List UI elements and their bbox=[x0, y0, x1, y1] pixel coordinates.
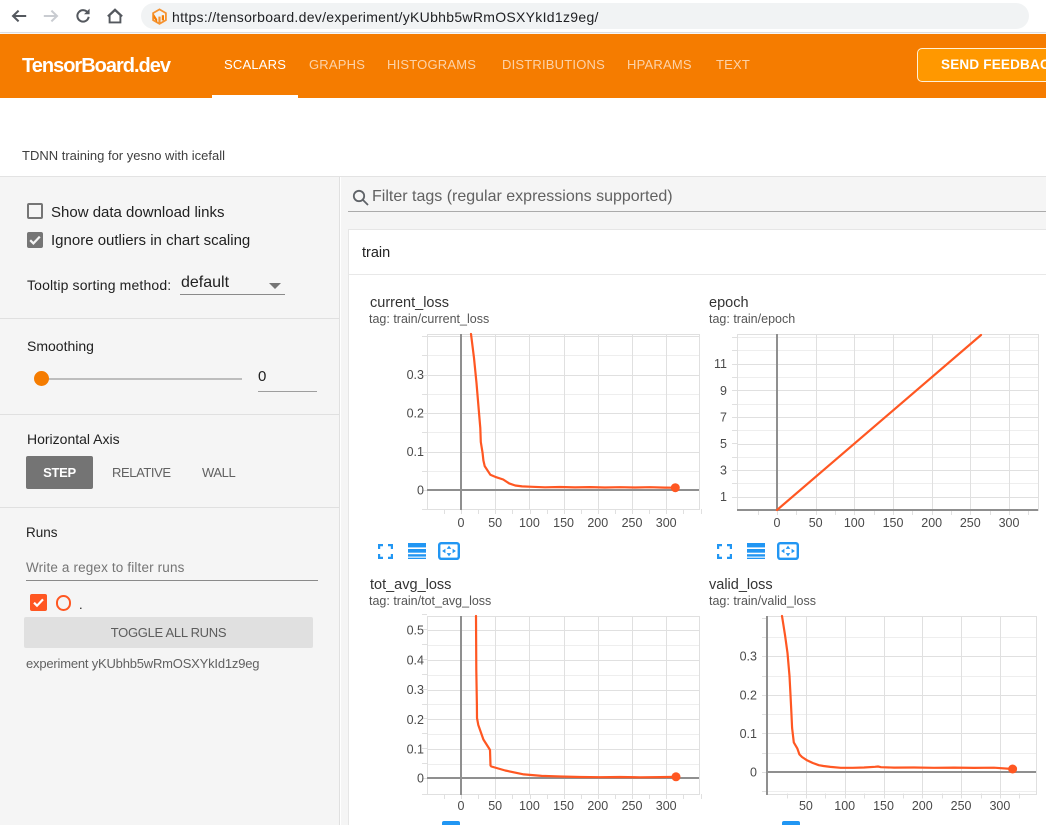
svg-text:0.1: 0.1 bbox=[407, 743, 424, 757]
svg-text:150: 150 bbox=[553, 799, 574, 813]
svg-text:9: 9 bbox=[720, 384, 727, 398]
svg-text:0: 0 bbox=[458, 516, 465, 530]
svg-text:250: 250 bbox=[622, 516, 643, 530]
svg-text:100: 100 bbox=[519, 799, 540, 813]
svg-text:0: 0 bbox=[417, 484, 424, 498]
svg-text:200: 200 bbox=[587, 799, 608, 813]
svg-text:5: 5 bbox=[720, 437, 727, 451]
svg-text:250: 250 bbox=[622, 799, 643, 813]
svg-text:150: 150 bbox=[873, 799, 894, 813]
svg-text:0: 0 bbox=[458, 799, 465, 813]
svg-text:0: 0 bbox=[417, 772, 424, 786]
svg-text:0.2: 0.2 bbox=[740, 688, 757, 702]
svg-text:200: 200 bbox=[587, 516, 608, 530]
svg-text:0.2: 0.2 bbox=[407, 713, 424, 727]
svg-text:150: 150 bbox=[883, 516, 904, 530]
svg-text:0.3: 0.3 bbox=[407, 683, 424, 697]
svg-text:0.1: 0.1 bbox=[407, 445, 424, 459]
svg-text:250: 250 bbox=[951, 799, 972, 813]
svg-text:250: 250 bbox=[960, 516, 981, 530]
svg-text:0.3: 0.3 bbox=[407, 368, 424, 382]
svg-text:100: 100 bbox=[519, 516, 540, 530]
svg-text:3: 3 bbox=[720, 464, 727, 478]
svg-text:100: 100 bbox=[844, 516, 865, 530]
svg-text:300: 300 bbox=[989, 799, 1010, 813]
svg-text:0.5: 0.5 bbox=[407, 624, 424, 638]
svg-text:1: 1 bbox=[720, 490, 727, 504]
svg-text:300: 300 bbox=[656, 799, 677, 813]
svg-text:300: 300 bbox=[999, 516, 1020, 530]
svg-text:50: 50 bbox=[799, 799, 813, 813]
svg-text:0.1: 0.1 bbox=[740, 727, 757, 741]
svg-text:0: 0 bbox=[750, 766, 757, 780]
svg-text:50: 50 bbox=[488, 516, 502, 530]
svg-text:150: 150 bbox=[553, 516, 574, 530]
svg-text:100: 100 bbox=[834, 799, 855, 813]
svg-text:300: 300 bbox=[656, 516, 677, 530]
svg-text:200: 200 bbox=[912, 799, 933, 813]
svg-text:11: 11 bbox=[714, 357, 727, 371]
svg-text:50: 50 bbox=[809, 516, 823, 530]
svg-text:0.4: 0.4 bbox=[407, 653, 424, 667]
svg-text:200: 200 bbox=[921, 516, 942, 530]
svg-text:0: 0 bbox=[774, 516, 781, 530]
svg-text:0.2: 0.2 bbox=[407, 407, 424, 421]
svg-text:7: 7 bbox=[720, 410, 727, 424]
svg-text:50: 50 bbox=[488, 799, 502, 813]
svg-text:0.3: 0.3 bbox=[740, 650, 757, 664]
